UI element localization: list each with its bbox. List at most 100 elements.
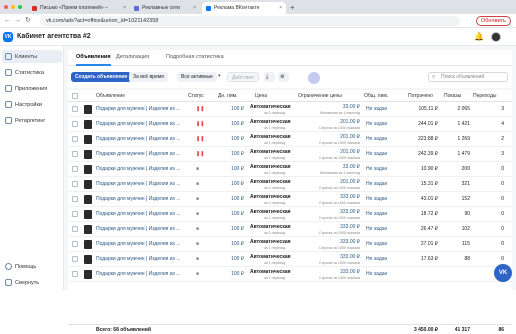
- status-stopped-icon[interactable]: ■: [196, 167, 199, 172]
- daily-limit-value[interactable]: 100 ₽: [218, 211, 244, 217]
- ad-name-link[interactable]: Подарки для мужчин | Изделия из ...: [96, 151, 188, 157]
- avatar[interactable]: [491, 32, 501, 42]
- table-row[interactable]: Подарки для мужчин | Изделия из ... ■ 100 …: [68, 177, 512, 192]
- ad-name-link[interactable]: Подарки для мужчин | Изделия из ...: [96, 226, 188, 232]
- ad-name-link[interactable]: Подарки для мужчин | Изделия из ...: [96, 211, 188, 217]
- row-checkbox[interactable]: [72, 196, 78, 202]
- row-checkbox[interactable]: [72, 271, 78, 277]
- daily-limit-value[interactable]: 100 ₽: [218, 121, 244, 127]
- daily-limit-value[interactable]: 100 ₽: [218, 136, 244, 142]
- status-stopped-icon[interactable]: ■: [196, 197, 199, 202]
- status-paused-icon[interactable]: ❚❚: [196, 107, 204, 112]
- table-row[interactable]: Подарки для мужчин | Изделия из ... ❚❚ 100…: [68, 147, 512, 162]
- table-row[interactable]: Подарки для мужчин | Изделия из ... ■ 100 …: [68, 222, 512, 237]
- ad-name-link[interactable]: Подарки для мужчин | Изделия из ...: [96, 196, 188, 202]
- row-checkbox[interactable]: [72, 106, 78, 112]
- col-ad[interactable]: Объявление: [96, 93, 125, 99]
- bell-icon[interactable]: 🔔: [474, 32, 484, 41]
- new-tab-button[interactable]: +: [290, 3, 295, 12]
- period-dropdown[interactable]: За всё время: [129, 72, 168, 82]
- row-checkbox[interactable]: [72, 241, 78, 247]
- ad-name-link[interactable]: Подарки для мужчин | Изделия из ...: [96, 241, 188, 247]
- daily-limit-value[interactable]: 100 ₽: [218, 271, 244, 277]
- vk-logo[interactable]: VK: [3, 32, 13, 42]
- browser-tab-vkads[interactable]: Реклама ВКонтакте ×: [202, 2, 286, 14]
- price-cap-value[interactable]: 201.00 ₽: [304, 149, 360, 155]
- table-row[interactable]: Подарки для мужчин | Изделия из ... ■ 100 …: [68, 192, 512, 207]
- daily-limit-value[interactable]: 100 ₽: [218, 226, 244, 232]
- row-checkbox[interactable]: [72, 166, 78, 172]
- daily-limit-value[interactable]: 100 ₽: [218, 181, 244, 187]
- select-all-checkbox[interactable]: [72, 93, 78, 99]
- actions-dropdown[interactable]: Действия: [227, 72, 259, 82]
- price-cap-value[interactable]: 201.00 ₽: [304, 134, 360, 140]
- price-cap-value[interactable]: 33.00 ₽: [304, 164, 360, 170]
- reload-icon[interactable]: ↻: [25, 17, 31, 25]
- status-stopped-icon[interactable]: ■: [196, 257, 199, 262]
- table-row[interactable]: Подарки для мужчин | Изделия из ... ❚❚ 100…: [68, 117, 512, 132]
- row-checkbox[interactable]: [72, 151, 78, 157]
- close-tab-icon[interactable]: ×: [279, 5, 282, 11]
- back-icon[interactable]: ←: [4, 17, 11, 25]
- sidebar-item-settings[interactable]: Настройки: [2, 98, 62, 111]
- status-stopped-icon[interactable]: ■: [196, 227, 199, 232]
- ad-name-link[interactable]: Подарки для мужчин | Изделия из ...: [96, 166, 188, 172]
- daily-limit-value[interactable]: 100 ₽: [218, 241, 244, 247]
- table-row[interactable]: Подарки для мужчин | Изделия из ... ■ 100 …: [68, 267, 512, 282]
- create-ad-button[interactable]: Создать объявление: [71, 72, 132, 82]
- col-status[interactable]: Статус: [188, 93, 204, 99]
- tab-details[interactable]: Детализация: [116, 54, 149, 61]
- status-paused-icon[interactable]: ❚❚: [196, 122, 204, 127]
- row-checkbox[interactable]: [72, 136, 78, 142]
- price-cap-value[interactable]: 333.00 ₽: [304, 194, 360, 200]
- daily-limit-value[interactable]: 100 ₽: [218, 166, 244, 172]
- close-tab-icon[interactable]: ×: [193, 5, 196, 11]
- table-row[interactable]: Подарки для мужчин | Изделия из ... ■ 100 …: [68, 237, 512, 252]
- col-daily-limit[interactable]: Дн. лим.: [218, 93, 237, 99]
- row-checkbox[interactable]: [72, 211, 78, 217]
- browser-tab-adnets[interactable]: Рекламные сети ×: [130, 2, 200, 14]
- table-row[interactable]: Подарки для мужчин | Изделия из ... ❚❚ 100…: [68, 102, 512, 117]
- col-total-limit[interactable]: Общ. лим.: [364, 93, 388, 99]
- cabinet-title[interactable]: Кабинет агентства #2: [17, 33, 91, 41]
- sidebar-item-apps[interactable]: Приложения: [2, 82, 62, 95]
- url-field[interactable]: vk.com/ads?act=office&union_id=102114235…: [40, 16, 460, 26]
- maximize-window-icon[interactable]: [18, 5, 22, 9]
- gear-icon[interactable]: ⚙: [278, 72, 289, 82]
- col-price-cap[interactable]: Ограничение цены: [298, 93, 342, 99]
- status-stopped-icon[interactable]: ■: [196, 212, 199, 217]
- ad-name-link[interactable]: Подарки для мужчин | Изделия из ...: [96, 271, 188, 277]
- tab-detailed-stats[interactable]: Подробная статистика: [166, 54, 224, 61]
- price-cap-value[interactable]: 201.00 ₽: [304, 119, 360, 125]
- ad-name-link[interactable]: Подарки для мужчин | Изделия из ...: [96, 181, 188, 187]
- daily-limit-value[interactable]: 100 ₽: [218, 106, 244, 112]
- tab-ads[interactable]: Объявления: [76, 54, 111, 66]
- vk-video-fab[interactable]: VK: [494, 264, 512, 282]
- help-link[interactable]: Помощь: [2, 260, 62, 273]
- ad-name-link[interactable]: Подарки для мужчин | Изделия из ...: [96, 106, 188, 112]
- close-window-icon[interactable]: [4, 5, 8, 9]
- row-checkbox[interactable]: [72, 226, 78, 232]
- price-cap-value[interactable]: 333.00 ₽: [304, 209, 360, 215]
- daily-limit-value[interactable]: 100 ₽: [218, 151, 244, 157]
- window-controls[interactable]: [4, 5, 22, 9]
- col-spent[interactable]: Потрачено: [408, 93, 433, 99]
- collapse-link[interactable]: Свернуть: [2, 276, 62, 289]
- col-price[interactable]: Цена: [255, 93, 267, 99]
- download-icon[interactable]: ⤓: [264, 72, 275, 82]
- row-checkbox[interactable]: [72, 181, 78, 187]
- browser-tab-mail[interactable]: Письмо «Прием платежей» – ×: [28, 2, 130, 14]
- ad-name-link[interactable]: Подарки для мужчин | Изделия из ...: [96, 121, 188, 127]
- status-paused-icon[interactable]: ❚❚: [196, 137, 204, 142]
- update-button[interactable]: Обновить: [476, 16, 511, 26]
- row-checkbox[interactable]: [72, 121, 78, 127]
- ad-name-link[interactable]: Подарки для мужчин | Изделия из ...: [96, 256, 188, 262]
- forward-icon[interactable]: →: [14, 17, 21, 25]
- table-row[interactable]: Подарки для мужчин | Изделия из ... ■ 100 …: [68, 162, 512, 177]
- status-paused-icon[interactable]: ❚❚: [196, 152, 204, 157]
- status-stopped-icon[interactable]: ■: [196, 242, 199, 247]
- daily-limit-value[interactable]: 100 ₽: [218, 256, 244, 262]
- search-input[interactable]: ⌕ Поиск объявлений: [428, 72, 508, 82]
- daily-limit-value[interactable]: 100 ₽: [218, 196, 244, 202]
- status-stopped-icon[interactable]: ■: [196, 272, 199, 277]
